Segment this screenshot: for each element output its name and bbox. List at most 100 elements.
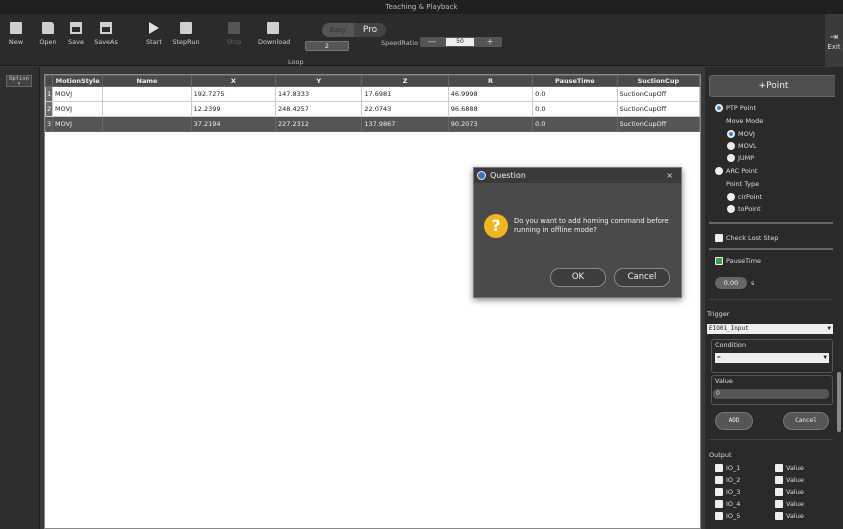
table-row[interactable]: 1 MOVJ 192.7275 147.8333 17.6981 46.9998… bbox=[44, 86, 701, 102]
check-lost-step-checkbox[interactable] bbox=[715, 234, 723, 242]
table-row-selected[interactable]: 3 MOVJ 37.2194 227.2312 137.9867 90.2073… bbox=[44, 116, 701, 132]
pausetime-checkbox[interactable] bbox=[715, 257, 723, 265]
cell-suctioncup[interactable]: SuctionCupOff bbox=[616, 86, 701, 102]
save-button[interactable]: Save bbox=[62, 22, 90, 46]
ok-button[interactable]: OK bbox=[550, 268, 606, 287]
download-icon bbox=[267, 22, 279, 34]
cell-y[interactable]: 147.8333 bbox=[275, 86, 363, 102]
cell-name[interactable] bbox=[102, 86, 192, 102]
start-label: Start bbox=[146, 38, 162, 46]
cell-x[interactable]: 192.7275 bbox=[190, 86, 277, 102]
movl-radio[interactable] bbox=[727, 142, 735, 150]
loop-input[interactable]: 2 bbox=[305, 41, 349, 51]
scrollbar-thumb[interactable] bbox=[837, 372, 841, 432]
io4-value-checkbox[interactable] bbox=[775, 500, 783, 508]
steprun-button[interactable]: StepRun bbox=[172, 22, 200, 46]
ptp-point-radio[interactable] bbox=[715, 104, 723, 112]
add-trigger-button[interactable]: ADD bbox=[715, 412, 753, 430]
io1-checkbox[interactable] bbox=[715, 464, 723, 472]
cell-y[interactable]: 248.4257 bbox=[275, 101, 363, 117]
stop-button[interactable]: Stop bbox=[220, 22, 248, 46]
exit-icon: ⇥ bbox=[829, 32, 839, 43]
topoint-radio[interactable] bbox=[727, 205, 735, 213]
cell-name[interactable] bbox=[102, 101, 192, 117]
new-button[interactable]: New bbox=[2, 22, 30, 46]
saveas-button[interactable]: SaveAs bbox=[92, 22, 120, 46]
cell-x[interactable]: 37.2194 bbox=[190, 116, 277, 132]
cell-motionstyle[interactable]: MOVJ bbox=[52, 101, 104, 117]
header-suctioncup[interactable]: SuctionCup bbox=[616, 75, 701, 87]
io2-checkbox[interactable] bbox=[715, 476, 723, 484]
speed-decrease-button[interactable]: — bbox=[424, 37, 440, 47]
add-point-button[interactable]: +Point bbox=[709, 75, 838, 97]
condition-label: Condition bbox=[715, 341, 747, 349]
save-as-icon bbox=[100, 22, 112, 34]
jump-radio[interactable] bbox=[727, 154, 735, 162]
cell-z[interactable]: 17.6981 bbox=[361, 86, 449, 102]
cell-r[interactable]: 96.6888 bbox=[447, 101, 534, 117]
saveas-label: SaveAs bbox=[94, 38, 118, 46]
header-name[interactable]: Name bbox=[102, 75, 192, 87]
io2-value-checkbox[interactable] bbox=[775, 476, 783, 484]
header-y[interactable]: Y bbox=[275, 75, 363, 87]
cell-r[interactable]: 46.9998 bbox=[447, 86, 534, 102]
cell-pausetime[interactable]: 0.0 bbox=[532, 101, 618, 117]
trigger-select[interactable]: EIO01_Input ▼ bbox=[707, 324, 833, 334]
header-r[interactable]: R bbox=[447, 75, 534, 87]
speed-ratio-input[interactable]: 50 bbox=[446, 38, 474, 46]
cell-motionstyle[interactable]: MOVJ bbox=[52, 116, 104, 132]
io5-value-checkbox[interactable] bbox=[775, 512, 783, 520]
mode-pro[interactable]: Pro bbox=[354, 23, 386, 37]
cell-z[interactable]: 22.0743 bbox=[361, 101, 449, 117]
cancel-trigger-button[interactable]: Cancel bbox=[783, 412, 829, 430]
io5-label: IO_5 bbox=[726, 512, 741, 520]
panel-scrollbar[interactable] bbox=[835, 67, 843, 529]
cell-pausetime[interactable]: 0.0 bbox=[532, 116, 618, 132]
io5-checkbox[interactable] bbox=[715, 512, 723, 520]
mode-toggle[interactable]: Easy Pro bbox=[322, 23, 386, 37]
table-row[interactable]: 2 MOVJ 12.2399 248.4257 22.0743 96.6888 … bbox=[44, 101, 701, 117]
pausetime-input[interactable]: 0.00 bbox=[715, 277, 747, 289]
open-button[interactable]: Open bbox=[34, 22, 62, 46]
movj-radio[interactable] bbox=[727, 130, 735, 138]
download-button[interactable]: Download bbox=[258, 22, 290, 46]
header-motionstyle[interactable]: MotionStyle bbox=[52, 75, 104, 87]
header-z[interactable]: Z bbox=[361, 75, 449, 87]
dialog-close-button[interactable]: × bbox=[666, 168, 673, 183]
dropdown-caret-icon: ▼ bbox=[827, 325, 831, 332]
start-button[interactable]: Start bbox=[140, 22, 168, 46]
cell-pausetime[interactable]: 0.0 bbox=[532, 86, 618, 102]
mode-easy[interactable]: Easy bbox=[322, 23, 354, 37]
play-icon bbox=[149, 22, 159, 34]
cell-y[interactable]: 227.2312 bbox=[275, 116, 363, 132]
header-pausetime[interactable]: PauseTime bbox=[532, 75, 618, 87]
table-header: MotionStyle Name X Y Z R PauseTime Sucti… bbox=[44, 75, 701, 87]
cell-r[interactable]: 90.2073 bbox=[447, 116, 534, 132]
cancel-button[interactable]: Cancel bbox=[614, 268, 670, 287]
condition-select[interactable]: = ▼ bbox=[715, 353, 829, 363]
cell-x[interactable]: 12.2399 bbox=[190, 101, 277, 117]
io4-checkbox[interactable] bbox=[715, 500, 723, 508]
cell-z[interactable]: 137.9867 bbox=[361, 116, 449, 132]
row-number: 2 bbox=[44, 101, 54, 117]
io2-value-label: Value bbox=[786, 476, 804, 484]
option-button[interactable]: Option ▾ bbox=[6, 75, 32, 87]
exit-button[interactable]: ⇥ Exit bbox=[825, 14, 843, 66]
cell-suctioncup[interactable]: SuctionCupOff bbox=[616, 101, 701, 117]
cell-motionstyle[interactable]: MOVJ bbox=[52, 86, 104, 102]
header-x[interactable]: X bbox=[190, 75, 277, 87]
io1-value-label: Value bbox=[786, 464, 804, 472]
speed-increase-button[interactable]: + bbox=[482, 37, 498, 47]
io4-label: IO_4 bbox=[726, 500, 741, 508]
io3-value-checkbox[interactable] bbox=[775, 488, 783, 496]
io3-checkbox[interactable] bbox=[715, 488, 723, 496]
cell-suctioncup[interactable]: SuctionCupOff bbox=[616, 116, 701, 132]
cell-name[interactable] bbox=[102, 116, 192, 132]
window-title: Teaching & Playback bbox=[0, 0, 843, 14]
value-input[interactable]: 0 bbox=[713, 389, 829, 399]
io1-value-checkbox[interactable] bbox=[775, 464, 783, 472]
arc-point-radio[interactable] bbox=[715, 167, 723, 175]
points-table: MotionStyle Name X Y Z R PauseTime Sucti… bbox=[44, 74, 701, 529]
cirpoint-radio[interactable] bbox=[727, 193, 735, 201]
row-number: 1 bbox=[44, 86, 54, 102]
